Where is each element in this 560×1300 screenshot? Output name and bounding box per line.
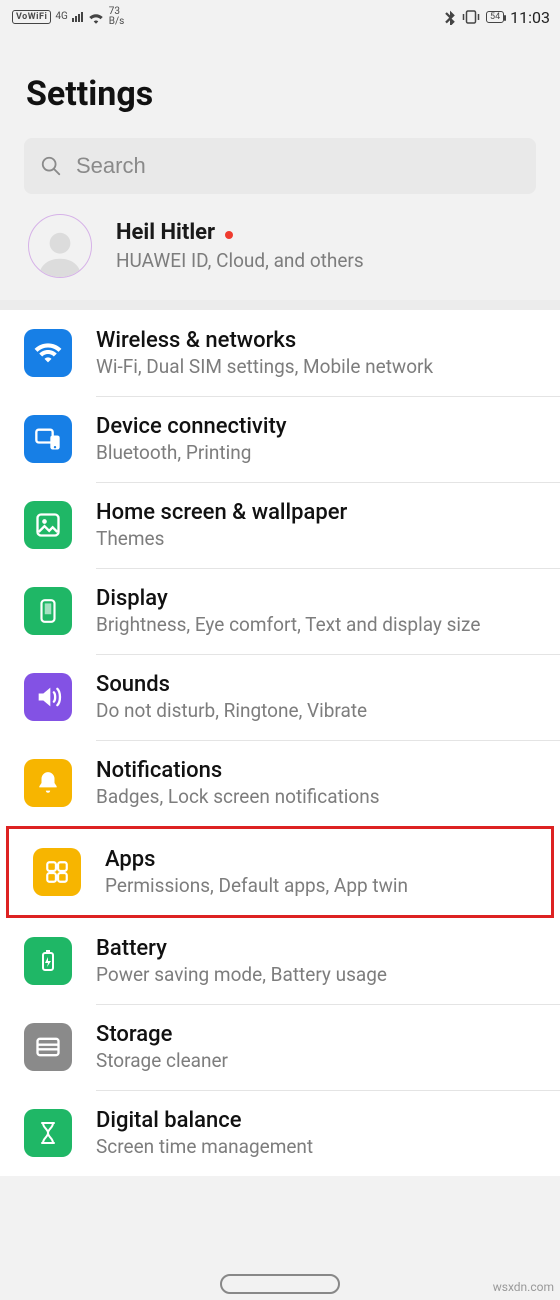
account-text: Heil Hitler HUAWEI ID, Cloud, and others [116,220,364,272]
notification-dot-icon [225,231,233,239]
hourglass-icon [24,1109,72,1157]
vibrate-icon [462,9,480,25]
item-text: StorageStorage cleaner [96,1022,544,1072]
item-subtitle: Wi-Fi, Dual SIM settings, Mobile network [96,355,544,378]
sound-icon [24,673,72,721]
settings-item-devices[interactable]: Device connectivityBluetooth, Printing [0,396,560,482]
search-input[interactable] [76,153,520,179]
item-subtitle: Screen time management [96,1135,544,1158]
search-container [0,138,560,194]
item-subtitle: Brightness, Eye comfort, Text and displa… [96,613,544,636]
item-text: DisplayBrightness, Eye comfort, Text and… [96,586,544,636]
item-title: Storage [96,1022,544,1047]
item-title: Battery [96,936,544,961]
item-title: Wireless & networks [96,328,544,353]
item-title: Sounds [96,672,544,697]
item-text: Wireless & networksWi-Fi, Dual SIM setti… [96,328,544,378]
item-text: AppsPermissions, Default apps, App twin [105,847,535,897]
search-icon [40,155,62,177]
account-row[interactable]: Heil Hitler HUAWEI ID, Cloud, and others [0,194,560,310]
status-left: VoWiFi 4G 73 B/s [12,7,444,27]
item-title: Home screen & wallpaper [96,500,544,525]
item-subtitle: Badges, Lock screen notifications [96,785,544,808]
apps-icon [33,848,81,896]
account-name: Heil Hitler [116,220,215,245]
item-title: Apps [105,847,535,872]
settings-item-battery[interactable]: BatteryPower saving mode, Battery usage [0,918,560,1004]
storage-icon [24,1023,72,1071]
page-title: Settings [0,34,560,138]
settings-item-storage[interactable]: StorageStorage cleaner [0,1004,560,1090]
avatar-placeholder-icon [34,225,86,277]
bandwidth-unit: B/s [109,17,125,27]
item-text: Device connectivityBluetooth, Printing [96,414,544,464]
watermark: wsxdn.com [493,1280,554,1294]
item-text: NotificationsBadges, Lock screen notific… [96,758,544,808]
item-title: Device connectivity [96,414,544,439]
bell-icon [24,759,72,807]
item-title: Notifications [96,758,544,783]
settings-item-apps[interactable]: AppsPermissions, Default apps, App twin [9,829,551,915]
vowifi-badge: VoWiFi [12,10,51,24]
wallpaper-icon [24,501,72,549]
bandwidth-indicator: 73 B/s [109,7,125,27]
status-right: 54 11:03 [444,8,550,27]
item-text: SoundsDo not disturb, Ringtone, Vibrate [96,672,544,722]
account-subtitle: HUAWEI ID, Cloud, and others [116,249,364,272]
item-subtitle: Storage cleaner [96,1049,544,1072]
bluetooth-icon [444,9,456,25]
item-text: BatteryPower saving mode, Battery usage [96,936,544,986]
item-text: Digital balanceScreen time management [96,1108,544,1158]
wifi-status-icon [87,10,105,24]
network-4g-indicator: 4G [55,13,67,21]
settings-item-sound[interactable]: SoundsDo not disturb, Ringtone, Vibrate [0,654,560,740]
battery-indicator: 54 [486,11,504,23]
gesture-nav-pill[interactable] [220,1274,340,1294]
status-bar: VoWiFi 4G 73 B/s 54 11:03 [0,0,560,34]
settings-item-bell[interactable]: NotificationsBadges, Lock screen notific… [0,740,560,826]
item-subtitle: Do not disturb, Ringtone, Vibrate [96,699,544,722]
item-text: Home screen & wallpaperThemes [96,500,544,550]
item-subtitle: Themes [96,527,544,550]
settings-item-display[interactable]: DisplayBrightness, Eye comfort, Text and… [0,568,560,654]
settings-list: Wireless & networksWi-Fi, Dual SIM setti… [0,310,560,1176]
settings-item-hourglass[interactable]: Digital balanceScreen time management [0,1090,560,1176]
search-field[interactable] [24,138,536,194]
settings-item-wallpaper[interactable]: Home screen & wallpaperThemes [0,482,560,568]
avatar [28,214,92,278]
settings-item-wifi[interactable]: Wireless & networksWi-Fi, Dual SIM setti… [0,310,560,396]
network-label: 4G [55,13,67,21]
signal-bars-icon [72,12,83,22]
item-subtitle: Permissions, Default apps, App twin [105,874,535,897]
battery-icon [24,937,72,985]
item-subtitle: Bluetooth, Printing [96,441,544,464]
item-subtitle: Power saving mode, Battery usage [96,963,544,986]
clock: 11:03 [510,8,550,27]
display-icon [24,587,72,635]
devices-icon [24,415,72,463]
highlight-box: AppsPermissions, Default apps, App twin [6,826,554,918]
wifi-icon [24,329,72,377]
item-title: Digital balance [96,1108,544,1133]
item-title: Display [96,586,544,611]
